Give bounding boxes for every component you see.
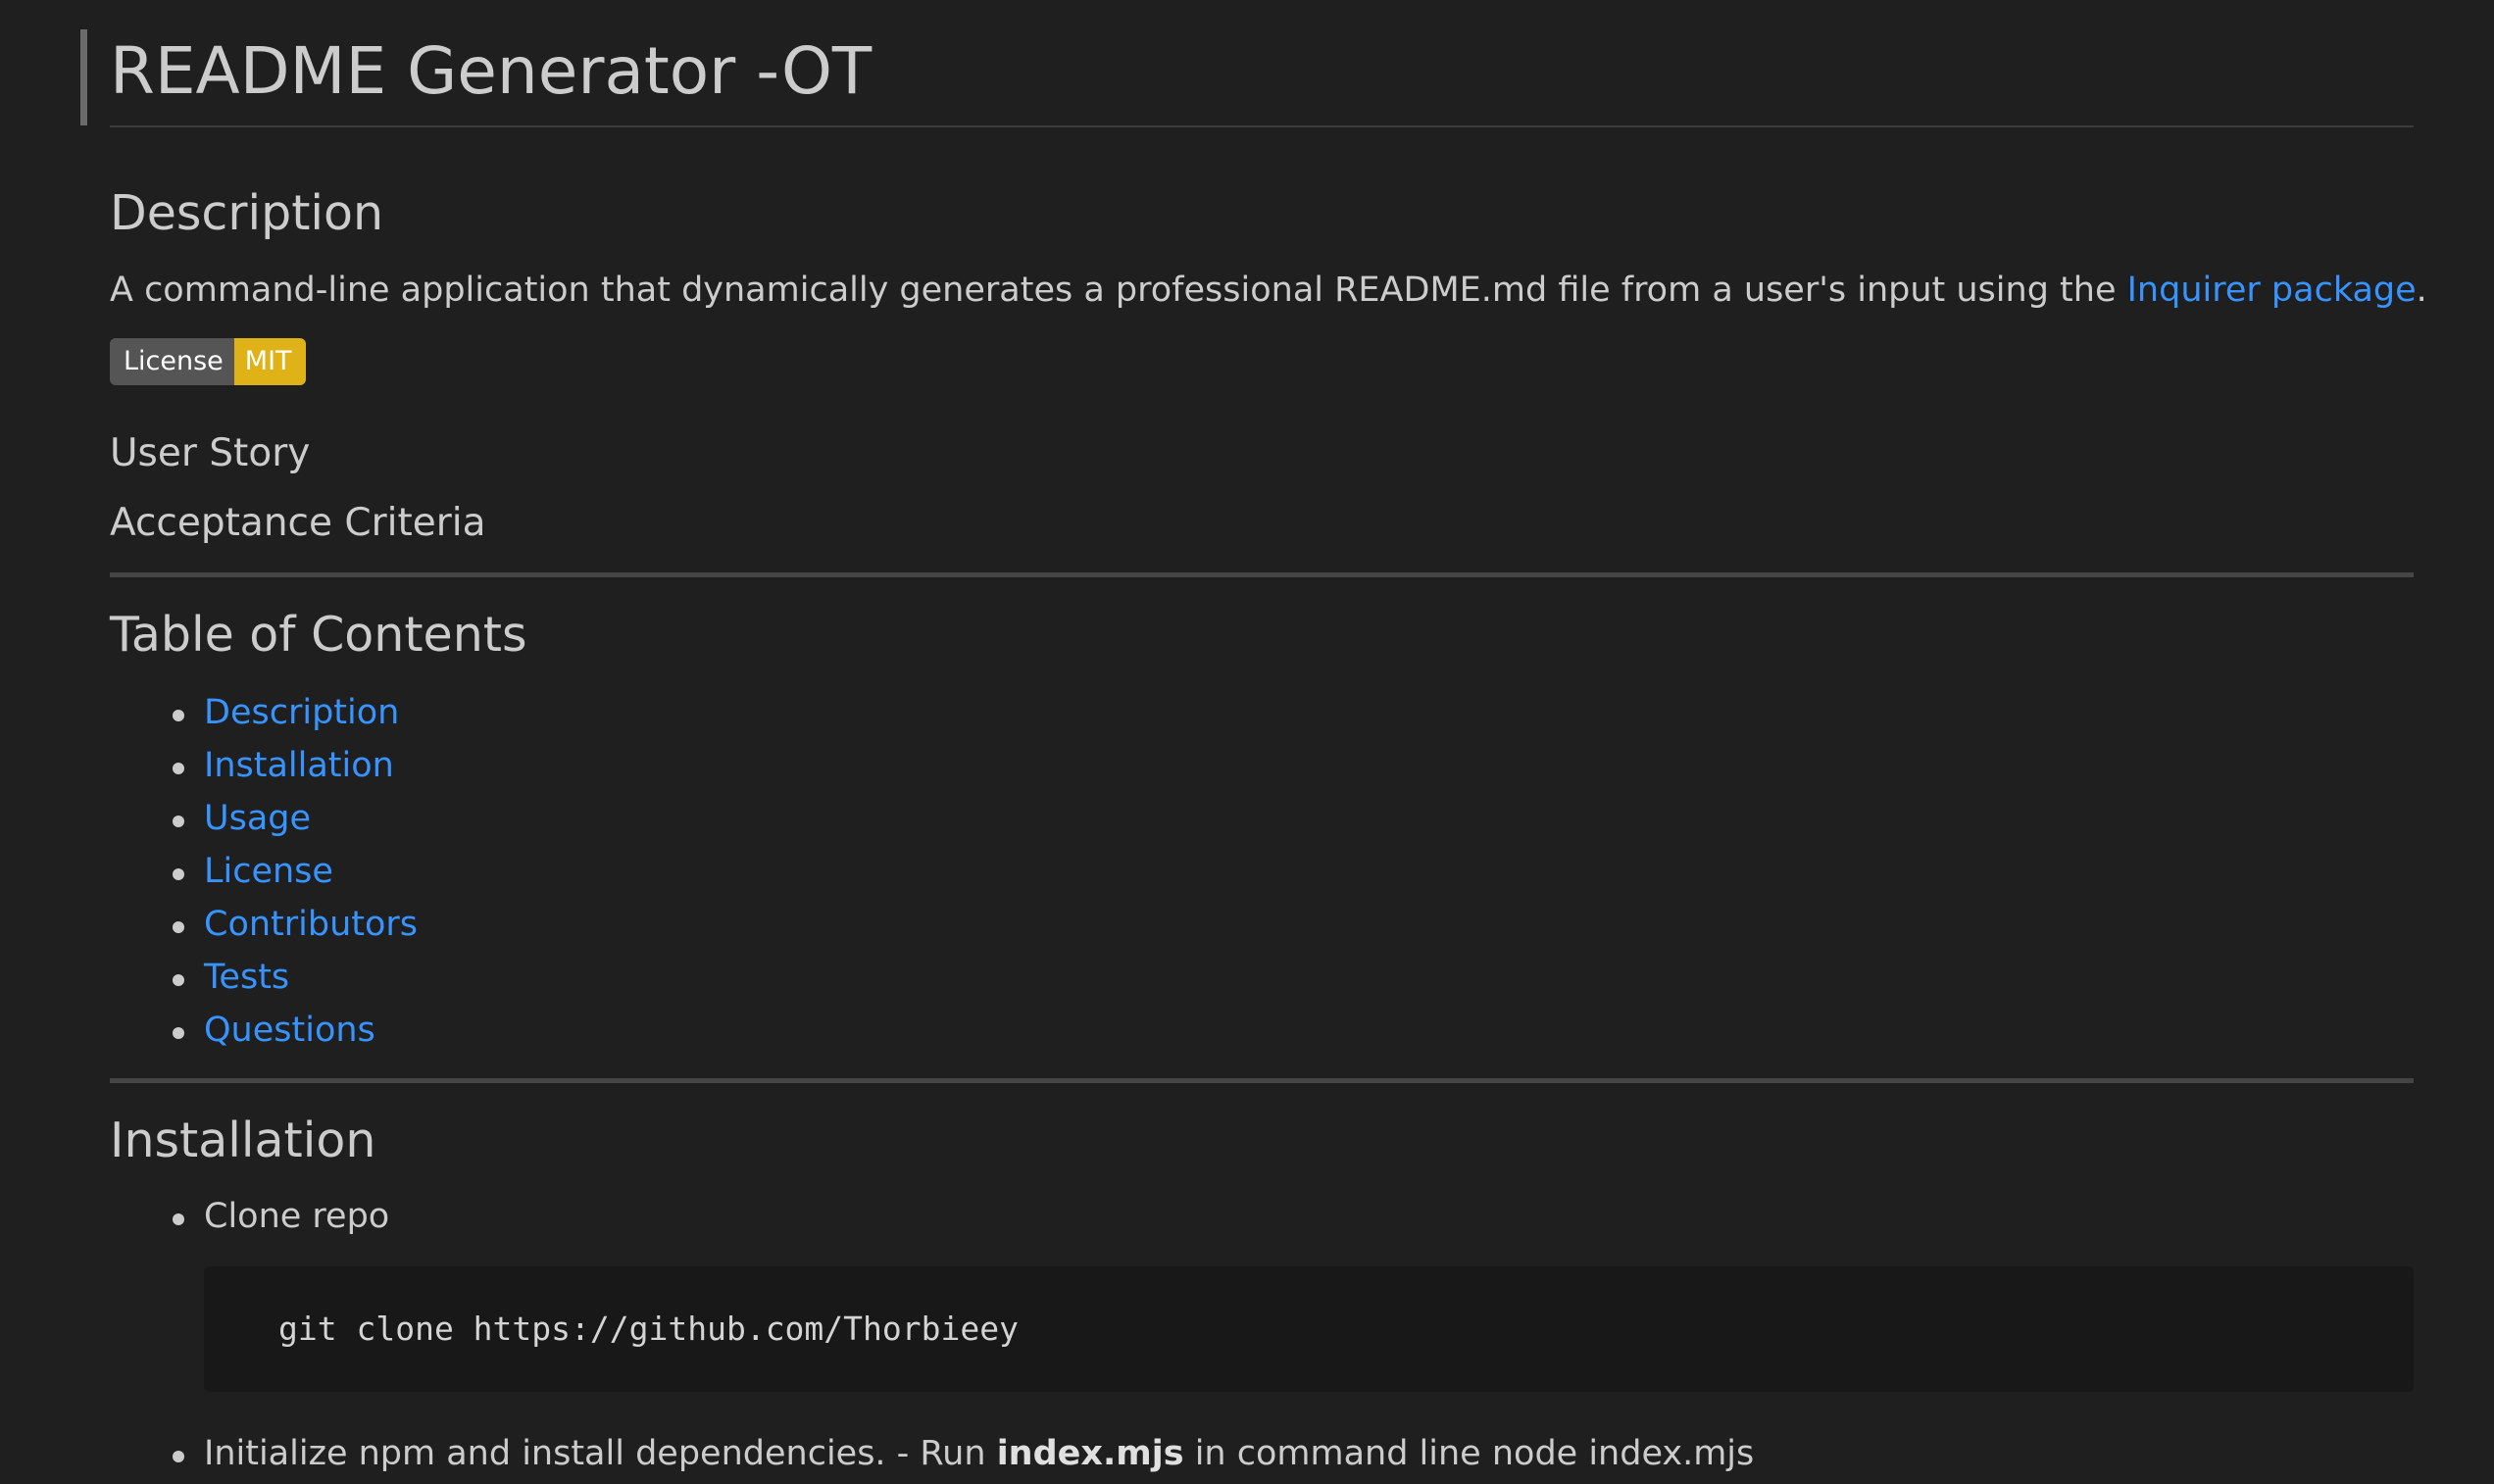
inquirer-package-link[interactable]: Inquirer package — [2127, 271, 2417, 310]
bullet — [173, 710, 184, 721]
toc-item-tests: Tests — [110, 951, 418, 1004]
installation-heading: Installation — [110, 1113, 376, 1168]
bullet — [173, 1027, 184, 1039]
section-divider — [110, 572, 2414, 577]
code-clone-command: git clone https://github.com/Thorbieey — [278, 1310, 1019, 1348]
acceptance-criteria-heading: Acceptance Criteria — [110, 501, 486, 545]
toc-link-contributors[interactable]: Contributors — [204, 905, 418, 944]
description-text-before: A command-line application that dynamica… — [110, 271, 2127, 310]
user-story-heading: User Story — [110, 431, 311, 475]
bullet — [173, 1451, 184, 1462]
installation-step-init-bold: index.mjs — [996, 1434, 1184, 1473]
installation-step-init-before: Initialize npm and install dependencies.… — [204, 1434, 997, 1473]
license-badge[interactable]: License MIT — [110, 338, 306, 385]
description-heading: Description — [110, 185, 384, 241]
title-quote-bar — [80, 29, 87, 125]
license-badge-value: MIT — [233, 338, 306, 385]
toc-link-questions[interactable]: Questions — [204, 1011, 375, 1050]
toc-item-description: Description — [110, 686, 418, 739]
description-text: A command-line application that dynamica… — [110, 267, 2427, 314]
section-divider — [110, 1078, 2414, 1083]
toc-item-usage: Usage — [110, 792, 418, 845]
title-divider — [110, 125, 2414, 127]
toc-item-installation: Installation — [110, 739, 418, 792]
bullet — [173, 1213, 184, 1225]
toc-item-license: License — [110, 845, 418, 898]
bullet — [173, 974, 184, 986]
toc-link-tests[interactable]: Tests — [204, 958, 289, 997]
toc-heading: Table of Contents — [110, 607, 527, 663]
bullet — [173, 816, 184, 827]
toc-item-questions: Questions — [110, 1004, 418, 1057]
toc-list: Description Installation Usage License C… — [110, 686, 418, 1057]
installation-step-clone: Clone repo — [110, 1190, 389, 1243]
license-badge-label: License — [110, 338, 234, 385]
bullet — [173, 868, 184, 880]
toc-link-description[interactable]: Description — [204, 693, 399, 732]
installation-step-init: Initialize npm and install dependencies.… — [110, 1427, 1754, 1480]
toc-link-usage[interactable]: Usage — [204, 799, 311, 838]
toc-link-installation[interactable]: Installation — [204, 746, 394, 785]
description-text-after: . — [2416, 271, 2427, 310]
page-title: README Generator -OT — [110, 33, 873, 109]
bullet — [173, 921, 184, 933]
toc-link-license[interactable]: License — [204, 852, 333, 891]
installation-step-clone-text: Clone repo — [204, 1197, 390, 1236]
toc-item-contributors: Contributors — [110, 898, 418, 951]
code-block: git clone https://github.com/Thorbieey — [204, 1266, 2414, 1392]
bullet — [173, 763, 184, 774]
installation-step-init-after: in command line node index.mjs — [1183, 1434, 1755, 1473]
